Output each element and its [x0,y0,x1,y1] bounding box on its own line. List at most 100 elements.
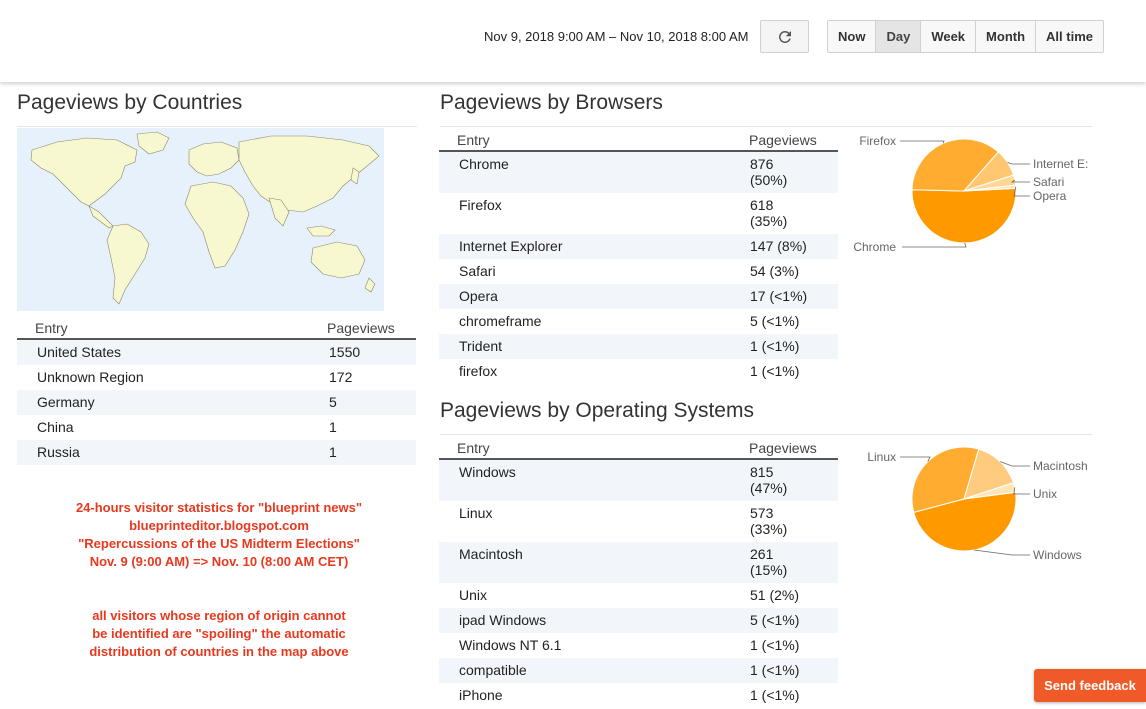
range-day-button[interactable]: Day [876,21,922,52]
os-views: 1 (<1%) [750,662,800,678]
table-row[interactable]: Chrome 876 (50%) [439,152,838,193]
table-row[interactable]: Windows NT 6.1 1 (<1%) [439,633,838,658]
browsers-heading: Pageviews by Browsers [440,91,663,114]
browser-views: 5 (<1%) [750,313,800,329]
map-australia [310,241,366,279]
pie-leader-line [974,549,1030,556]
country-name: Germany [37,394,95,410]
table-row[interactable]: Windows 815 (47%) [439,460,838,501]
countries-table: Entry Pageviews United States 1550 Unkno… [17,316,416,465]
map-indonesia [306,225,336,237]
range-month-button[interactable]: Month [976,21,1037,52]
map-africa [184,181,250,269]
countries-heading: Pageviews by Countries [17,91,243,114]
table-row[interactable]: China 1 [17,415,416,440]
table-row[interactable]: Russia 1 [17,440,416,465]
browser-views-count: 876 [750,156,774,172]
annotation-line: be identified are "spoiling" the automat… [92,626,346,641]
browser-views: 1 (<1%) [750,363,800,379]
browser-views-pct: (35%) [750,213,788,229]
range-week-button[interactable]: Week [921,21,977,52]
table-row[interactable]: Germany 5 [17,390,416,415]
table-row[interactable]: United States 1550 [17,340,416,365]
table-row[interactable]: Macintosh 261 (15%) [439,542,838,583]
pie-label: Linux [867,450,896,464]
browsers-table: Entry Pageviews Chrome 876 (50%) Firefox … [439,128,838,384]
os-name: Linux [459,505,493,521]
os-views: 1 (<1%) [750,687,800,703]
os-name: Windows NT 6.1 [459,637,562,653]
table-row[interactable]: Safari 54 (3%) [439,259,838,284]
country-views: 1550 [329,344,361,360]
pie-slice-chrome[interactable] [911,187,1017,244]
os-views: 5 (<1%) [750,612,800,628]
os-table-body: Windows 815 (47%) Linux 573 (33%) Macintos… [439,460,838,708]
browser-views: 17 (<1%) [750,288,808,304]
table-row[interactable]: compatible 1 (<1%) [439,658,838,683]
map-south-america [106,223,150,305]
browser-name: Internet Explorer [459,238,563,254]
table-row[interactable]: Trident 1 (<1%) [439,334,838,359]
table-row[interactable]: Unix 51 (2%) [439,583,838,608]
pie-leader-line [900,140,945,144]
table-row[interactable]: Opera 17 (<1%) [439,284,838,309]
browsers-pie-chart[interactable]: Chrome Firefox Internet E: SafariOpera [840,128,1100,258]
browsers-col-entry: Entry [457,132,490,148]
map-north-america [30,137,138,207]
os-views: 815 (47%) [750,464,787,496]
pie-leader-line [1000,461,1030,467]
range-all-time-button[interactable]: All time [1036,21,1103,52]
os-name: Windows [459,464,516,480]
table-row[interactable]: iPhone 1 (<1%) [439,683,838,708]
os-views: 51 (2%) [750,587,800,603]
browser-views: 618 (35%) [750,197,787,229]
annotation-block-2: all visitors whose region of origin cann… [17,607,421,661]
countries-table-header: Entry Pageviews [17,316,416,340]
table-row[interactable]: ipad Windows 5 (<1%) [439,608,838,633]
annotation-line: "Repercussions of the US Midterm Electio… [78,536,360,551]
browsers-heading-rule [440,126,1092,127]
table-row[interactable]: firefox 1 (<1%) [439,359,838,384]
date-range-label: Nov 9, 2018 9:00 AM – Nov 10, 2018 8:00 … [484,29,749,44]
refresh-button[interactable] [760,20,809,53]
browser-views: 147 (8%) [750,238,807,254]
table-row[interactable]: Unknown Region 172 [17,365,416,390]
table-row[interactable]: Firefox 618 (35%) [439,193,838,234]
browser-name: Chrome [459,156,509,172]
table-row[interactable]: Linux 573 (33%) [439,501,838,542]
annotation-line: 24-hours visitor statistics for "bluepri… [75,500,363,515]
pie-label: Opera [1033,189,1067,203]
browser-views-pct: (50%) [750,172,788,188]
pie-label: Unix [1033,487,1057,501]
world-map-graphic [30,131,380,305]
os-col-pageviews: Pageviews [749,440,817,456]
os-views-count: 261 [750,546,774,562]
send-feedback-button[interactable]: Send feedback [1034,669,1146,702]
pie-label: Safari [1033,175,1064,189]
annotation-block-1: 24-hours visitor statistics for "bluepri… [17,499,421,571]
countries-table-body: United States 1550 Unknown Region 172 Ge… [17,340,416,465]
world-map[interactable] [17,128,384,311]
pie-label: Macintosh [1033,459,1088,473]
table-row[interactable]: chromeframe 5 (<1%) [439,309,838,334]
os-views-pct: (15%) [750,562,788,578]
country-views: 5 [329,394,337,410]
country-views: 1 [329,444,337,460]
os-name: ipad Windows [459,612,547,628]
os-pie-chart[interactable]: Windows Linux Macintosh Unix [840,438,1100,573]
pie-leader-line [1007,162,1030,165]
browsers-table-body: Chrome 876 (50%) Firefox 618 (35%) Interne… [439,152,838,384]
browser-name: Firefox [459,197,502,213]
map-greenland [136,131,170,155]
browser-views-count: 618 [750,197,774,213]
os-heading-rule [440,434,1092,435]
country-views: 1 [329,419,337,435]
table-row[interactable]: Internet Explorer 147 (8%) [439,234,838,259]
range-now-button[interactable]: Now [828,21,877,52]
os-name: Macintosh [459,546,523,562]
country-views: 172 [329,369,353,385]
browser-name: Safari [459,263,496,279]
pie-label: Internet E: [1033,157,1088,171]
os-col-entry: Entry [457,440,490,456]
country-name: United States [37,344,122,360]
